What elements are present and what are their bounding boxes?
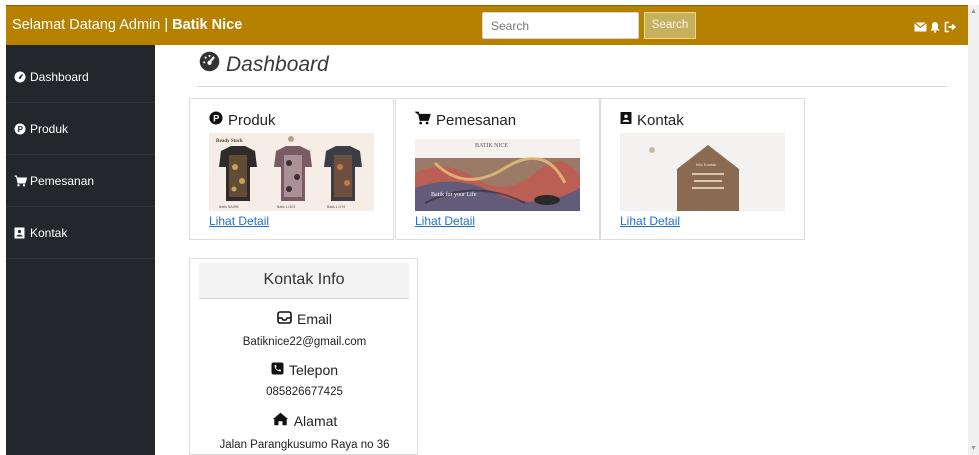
- cart-icon: [414, 111, 431, 129]
- sidebar-item-label: Pemesanan: [30, 173, 95, 188]
- produk-thumbnail: Ready Stock Batik NA998 Batik LJ103 Bati…: [209, 133, 374, 211]
- kontak-thumbnail: Info Kontak: [620, 133, 785, 211]
- phone-label-text: Telepon: [288, 362, 339, 378]
- navbar-icons: [914, 19, 957, 33]
- card-produk: P Produk Ready Stock Batik NA998 Batik L…: [189, 98, 394, 240]
- svg-text:P: P: [213, 114, 219, 124]
- product-circle-icon: P: [14, 123, 26, 135]
- home-icon: [272, 412, 289, 429]
- sidebar-item-label: Dashboard: [30, 69, 89, 84]
- page-scrollbar[interactable]: ▲ ▼: [968, 5, 979, 455]
- top-navbar: Selamat Datang Admin | Batik Nice Search: [6, 5, 968, 45]
- inbox-icon: [277, 311, 292, 327]
- sidebar-item-label: Produk: [30, 121, 69, 136]
- cart-icon: [14, 175, 28, 187]
- title-divider: [197, 86, 947, 87]
- contact-info-card: Kontak Info Email Batiknice22@gmail.com …: [189, 258, 418, 455]
- thumb-caption: Batik for your Life: [431, 191, 477, 198]
- thumb-heading: Ready Stock: [216, 139, 243, 144]
- thumb-heading: BATIK NICE: [475, 143, 508, 149]
- card-title: P Produk: [209, 111, 276, 129]
- phone-square-icon: [271, 362, 284, 378]
- email-label: Email: [190, 311, 419, 327]
- bell-icon[interactable]: [929, 20, 941, 33]
- page-title-text: Dashboard: [226, 52, 329, 76]
- phone-label: Telepon: [190, 362, 419, 378]
- lihat-detail-link[interactable]: Lihat Detail: [209, 214, 269, 228]
- search-input[interactable]: [482, 12, 639, 39]
- thumb-heading: Info Kontak: [696, 162, 716, 167]
- page-title: Dashboard: [199, 51, 329, 78]
- thumb-caption: Batik NA998: [219, 205, 239, 209]
- card-title: Kontak: [620, 111, 684, 129]
- card-kontak: Kontak Info Kontak Lihat Detail: [600, 98, 805, 240]
- scroll-down-icon[interactable]: ▼: [970, 445, 977, 452]
- product-circle-icon: P: [209, 111, 223, 129]
- card-pemesanan: Pemesanan BATIK NICE Batik for your Life…: [395, 98, 600, 240]
- address-label-text: Alamat: [293, 412, 338, 429]
- contact-book-icon: [14, 227, 26, 239]
- pemesanan-thumbnail: BATIK NICE Batik for your Life: [415, 133, 580, 211]
- contact-book-icon: [620, 111, 632, 129]
- tachometer-icon: [14, 71, 26, 83]
- address-value: Jalan Parangkusumo Raya no 36: [219, 439, 390, 451]
- thumb-caption: Batik LJ176: [327, 205, 345, 209]
- sidebar-item-dashboard[interactable]: Dashboard: [6, 51, 155, 103]
- welcome-text: Selamat Datang Admin |: [12, 17, 173, 33]
- lihat-detail-link[interactable]: Lihat Detail: [415, 214, 475, 228]
- address-label: Alamat: [190, 412, 419, 429]
- thumb-caption: Batik LJ103: [277, 205, 295, 209]
- lihat-detail-link[interactable]: Lihat Detail: [620, 214, 680, 228]
- card-title: Pemesanan: [414, 111, 517, 129]
- brand-name[interactable]: Batik Nice: [172, 17, 242, 33]
- sign-out-icon[interactable]: [944, 20, 957, 33]
- card-title-text: Produk: [228, 111, 276, 129]
- sidebar-item-pemesanan[interactable]: Pemesanan: [6, 155, 155, 207]
- email-label-text: Email: [296, 311, 332, 327]
- svg-text:P: P: [18, 125, 24, 134]
- tachometer-icon: [199, 51, 220, 78]
- brand-text: Selamat Datang Admin | Batik Nice: [12, 17, 242, 33]
- envelope-icon[interactable]: [914, 20, 927, 32]
- contact-info-title: Kontak Info: [199, 263, 409, 299]
- phone-value: 085826677425: [266, 386, 343, 398]
- sidebar-item-kontak[interactable]: Kontak: [6, 207, 155, 259]
- scroll-up-icon[interactable]: ▲: [970, 8, 977, 15]
- sidebar-item-produk[interactable]: P Produk: [6, 103, 155, 155]
- card-title-text: Kontak: [637, 111, 684, 129]
- sidebar: Dashboard P Produk Pemesanan Kontak: [6, 45, 155, 455]
- sidebar-item-label: Kontak: [30, 225, 68, 240]
- app-window: Selamat Datang Admin | Batik Nice Search…: [0, 0, 979, 455]
- card-title-text: Pemesanan: [436, 111, 517, 129]
- email-value: Batiknice22@gmail.com: [242, 336, 367, 348]
- search-button[interactable]: Search: [644, 12, 696, 39]
